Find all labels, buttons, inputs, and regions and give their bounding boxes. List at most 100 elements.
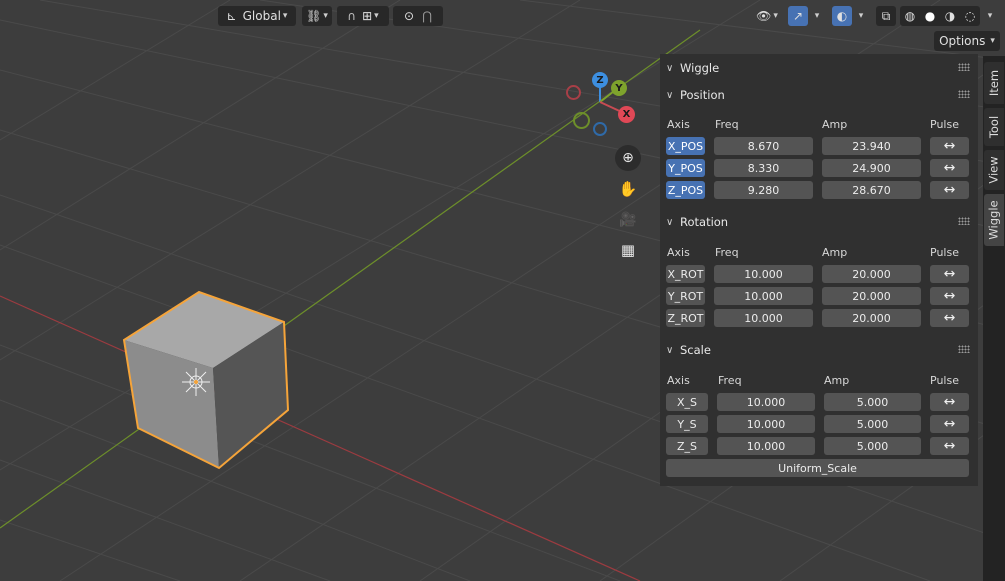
tab-wiggle-label: Wiggle [987, 200, 1001, 240]
y-pos-pulse-button[interactable]: ↔ [930, 159, 969, 177]
z-pos-pulse-button[interactable]: ↔ [930, 181, 969, 199]
z-rot-pulse-button[interactable]: ↔ [930, 309, 969, 327]
tab-tool[interactable]: Tool [984, 108, 1004, 146]
material-shading-icon[interactable]: ◑ [945, 9, 955, 23]
position-subpanel-header[interactable]: ∨ Position [660, 84, 978, 106]
collapse-caret-icon: ∨ [666, 216, 674, 228]
field-value: 8.330 [747, 161, 780, 175]
overlays-toggle[interactable]: ◐ [832, 6, 852, 26]
z-s-toggle[interactable]: Z_S [666, 437, 708, 455]
drag-grip-icon[interactable] [958, 345, 970, 353]
tab-wiggle[interactable]: Wiggle [984, 194, 1004, 246]
z-s-pulse-button[interactable]: ↔ [930, 437, 969, 455]
solid-shading-icon[interactable]: ● [925, 9, 935, 23]
y-s-pulse-button[interactable]: ↔ [930, 415, 969, 433]
x-rot-toggle[interactable]: X_ROT [666, 265, 705, 283]
zoom-button[interactable]: ⊕ [615, 145, 641, 171]
x-axis-label: X [622, 109, 631, 120]
magnet-icon: ∩ [347, 9, 357, 23]
y-s-toggle[interactable]: Y_S [666, 415, 708, 433]
xray-toggle[interactable]: ⧉ [876, 6, 896, 26]
transform-orientation-dropdown[interactable]: ⊾ Global ▾ [218, 6, 296, 26]
neg-y-axis-ball[interactable] [573, 112, 590, 129]
drag-grip-icon[interactable] [958, 217, 970, 225]
chevron-down-icon: ▾ [773, 11, 778, 21]
x-s-pulse-button[interactable]: ↔ [930, 393, 969, 411]
x-pos-freq-field[interactable]: 8.670 [714, 137, 813, 155]
collapse-caret-icon: ∨ [666, 62, 674, 74]
x-s-amp-field[interactable]: 5.000 [824, 393, 921, 411]
scale-subpanel-header[interactable]: ∨ Scale [660, 339, 978, 361]
wireframe-shading-icon[interactable]: ◍ [905, 9, 915, 23]
options-dropdown[interactable]: Options ▾ [934, 31, 1000, 51]
y-rot-toggle[interactable]: Y_ROT [666, 287, 705, 305]
y-rot-amp-field[interactable]: 20.000 [822, 287, 921, 305]
y-s-amp-field[interactable]: 5.000 [824, 415, 921, 433]
y-axis-ball[interactable]: Y [611, 80, 627, 96]
proportional-editing-button[interactable]: ⊙ ⋂ [393, 6, 443, 26]
x-rot-pulse-button[interactable]: ↔ [930, 265, 969, 283]
camera-view-button[interactable]: 🎥 [615, 207, 641, 233]
gizmo-toggle[interactable]: ↗ [788, 6, 808, 26]
z-pos-freq-field[interactable]: 9.280 [714, 181, 813, 199]
neg-x-axis-ball[interactable] [566, 85, 581, 100]
pivot-point-dropdown[interactable]: ⛓ ▾ [302, 6, 332, 26]
y-rot-pulse-button[interactable]: ↔ [930, 287, 969, 305]
z-rot-amp-field[interactable]: 20.000 [822, 309, 921, 327]
snapping-dropdown[interactable]: ∩ ⊞ ▾ [337, 6, 389, 26]
field-value: 10.000 [744, 267, 783, 281]
x-s-freq-field[interactable]: 10.000 [717, 393, 815, 411]
z-s-amp-field[interactable]: 5.000 [824, 437, 921, 455]
tab-item-label: Item [987, 69, 1001, 97]
x-axis-ball[interactable]: X [618, 106, 635, 123]
z-rot-toggle[interactable]: Z_ROT [666, 309, 705, 327]
z-s-freq-field[interactable]: 10.000 [717, 437, 815, 455]
drag-grip-icon[interactable] [958, 63, 970, 71]
drag-grip-icon[interactable] [958, 90, 970, 98]
y-pos-freq-field[interactable]: 8.330 [714, 159, 813, 177]
wiggle-panel-header[interactable]: ∨ Wiggle [660, 57, 978, 79]
x-pos-pulse-button[interactable]: ↔ [930, 137, 969, 155]
z-rot-freq-field[interactable]: 10.000 [714, 309, 813, 327]
x-pos-amp-field[interactable]: 23.940 [822, 137, 921, 155]
y-pos-amp-field[interactable]: 24.900 [822, 159, 921, 177]
x-s-toggle[interactable]: X_S [666, 393, 708, 411]
field-value: 5.000 [856, 417, 889, 431]
overlays-dropdown[interactable]: ▾ [853, 6, 867, 26]
chevron-down-icon: ▾ [814, 11, 820, 21]
object-origin-icon [182, 368, 210, 396]
visibility-dropdown[interactable]: 👁 ▾ [752, 6, 782, 26]
pulse-arrows-icon: ↔ [943, 182, 956, 198]
field-value: 24.900 [852, 161, 891, 175]
y-s-freq-field[interactable]: 10.000 [717, 415, 815, 433]
pan-button[interactable]: ✋ [615, 176, 641, 202]
z-pos-toggle[interactable]: Z_POS [666, 181, 705, 199]
transform-orientation-label: Global [242, 9, 281, 23]
pulse-arrows-icon: ↔ [943, 438, 956, 454]
freq-header: Freq [715, 246, 739, 259]
chevron-down-icon: ▾ [987, 11, 993, 21]
uniform-scale-label: Uniform_Scale [778, 461, 857, 475]
z-axis-ball[interactable]: Z [592, 72, 608, 88]
perspective-toggle-button[interactable]: ▦ [615, 237, 641, 263]
tab-item[interactable]: Item [984, 62, 1004, 104]
axis-label: Y_S [677, 417, 697, 431]
y-rot-freq-field[interactable]: 10.000 [714, 287, 813, 305]
z-pos-amp-field[interactable]: 28.670 [822, 181, 921, 199]
y-pos-toggle[interactable]: Y_POS [666, 159, 705, 177]
pulse-header: Pulse [930, 246, 959, 259]
x-pos-toggle[interactable]: X_POS [666, 137, 705, 155]
axis-label: Z_POS [667, 183, 704, 197]
rendered-shading-icon[interactable]: ◌ [965, 9, 975, 23]
axis-label: Y_ROT [667, 289, 704, 303]
gizmo-dropdown[interactable]: ▾ [809, 6, 823, 26]
shading-dropdown[interactable]: ▾ [982, 6, 996, 26]
field-value: 10.000 [746, 439, 786, 453]
x-rot-freq-field[interactable]: 10.000 [714, 265, 813, 283]
rotation-subpanel-header[interactable]: ∨ Rotation [660, 211, 978, 233]
neg-z-axis-ball[interactable] [593, 122, 607, 136]
x-rot-amp-field[interactable]: 20.000 [822, 265, 921, 283]
tab-view[interactable]: View [984, 150, 1004, 190]
zoom-icon: ⊕ [622, 150, 634, 166]
uniform-scale-button[interactable]: Uniform_Scale [666, 459, 969, 477]
